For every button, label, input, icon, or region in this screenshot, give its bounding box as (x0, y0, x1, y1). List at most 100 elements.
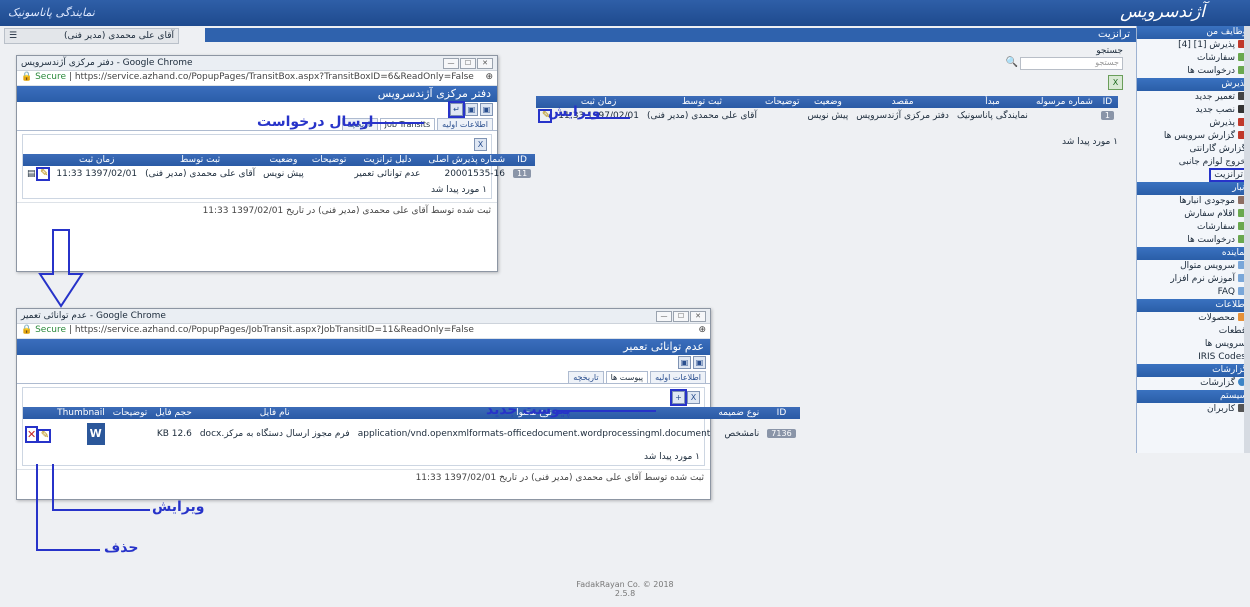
excel-export-icon[interactable]: X (687, 391, 700, 404)
sidebar-item-accessories-exit[interactable]: خروج لوازم جانبی (1137, 156, 1250, 169)
excel-export-icon[interactable]: X (474, 138, 487, 151)
result-count: ۱ مورد پیدا شد (644, 452, 700, 462)
sidebar-item-new-repair[interactable]: تعمیر جدید (1137, 91, 1250, 104)
address-bar[interactable]: 🔒 Secure | https://service.azhand.co/Pop… (17, 324, 710, 339)
cell-file: فرم مجوز ارسال دستگاه به مرکز.docx (199, 429, 350, 439)
col-time[interactable]: زمان ثبت (52, 154, 142, 166)
sidebar-item-faq[interactable]: FAQ (1137, 286, 1250, 299)
zoom-icon[interactable]: ⊕ (698, 325, 706, 337)
col-size[interactable]: حجم فایل (151, 407, 196, 419)
col-desc[interactable]: توضیحات (307, 154, 351, 166)
hamburger-icon[interactable]: ☰ (9, 29, 17, 43)
close-icon[interactable]: ✕ (690, 310, 706, 322)
sidebar-item-reception-tasks[interactable]: پذیرش [1] [4] (1137, 39, 1250, 52)
table-row[interactable]: 11 20001535-16 عدم توانائی تعمیر پیش نوی… (23, 166, 535, 182)
delete-icon[interactable]: ✕ (24, 425, 39, 443)
transit-box-popup: دفتر مرکزی آژندسرویس - Google Chrome — ☐… (16, 55, 536, 272)
sidebar-item-order-items[interactable]: اقلام سفارش (1137, 208, 1250, 221)
sidebar-item-reports[interactable]: گزارشات (1137, 377, 1250, 390)
send-request-icon[interactable]: ↵ (448, 101, 465, 118)
sidebar-item-service-report[interactable]: گزارش سرویس ها (1137, 130, 1250, 143)
save-close-icon[interactable]: ▣ (465, 103, 478, 116)
sidebar-section-warehouse: انبار (1137, 182, 1250, 195)
audit-footnote: ثبت شده توسط آقای علی محمدی (مدیر فنی) د… (17, 469, 710, 486)
col-status[interactable]: وضعیت (259, 154, 308, 166)
sidebar-item-training[interactable]: آموزش نرم افزار (1137, 273, 1250, 286)
col-desc[interactable]: توضیحات (108, 407, 152, 419)
sidebar-item-iris-codes[interactable]: IRIS Codes (1137, 351, 1250, 364)
window-title: عدم توانائی تعمیر - Google Chrome (21, 311, 166, 321)
maximize-icon[interactable]: ☐ (460, 57, 476, 69)
col-dest[interactable]: مقصد (852, 96, 953, 108)
table-row[interactable]: 7136 نامشخص application/vnd.openxmlforma… (23, 419, 800, 449)
edit-icon[interactable]: ✎ (37, 428, 52, 443)
sidebar: وظایف من پذیرش [1] [4] سفارشات درخواست ه… (1136, 26, 1250, 453)
col-main-job[interactable]: شماره پذیرش اصلی (424, 154, 509, 166)
col-by[interactable]: ثبت توسط (642, 96, 761, 108)
sidebar-item-warehouse-orders[interactable]: سفارشات (1137, 221, 1250, 234)
sidebar-item-stock[interactable]: موجودی انبارها (1137, 195, 1250, 208)
sidebar-item-reception[interactable]: پذیرش (1137, 117, 1250, 130)
minimize-icon[interactable]: — (443, 57, 459, 69)
sidebar-item-transit[interactable]: ترانزیت (1137, 168, 1250, 182)
result-count: ۱ مورد پیدا شد (1062, 137, 1118, 147)
job-transit-popup: عدم توانائی تعمیر - Google Chrome — ☐ ✕ … (16, 308, 800, 500)
version: 2.5.8 (614, 589, 636, 598)
tab-basic-info[interactable]: اطلاعات اولیه (437, 118, 493, 130)
url-text[interactable]: https://service.azhand.co/PopupPages/Tra… (75, 72, 474, 82)
sidebar-item-new-install[interactable]: نصب جدید (1137, 104, 1250, 117)
sidebar-item-parts[interactable]: قطعات (1137, 325, 1250, 338)
sidebar-item-warranty-report[interactable]: گزارش گارانتی (1137, 143, 1250, 156)
popup-toolbar: ▣ ▣ (17, 355, 710, 371)
scrollbar[interactable] (1244, 26, 1250, 453)
col-desc[interactable]: توضیحات (760, 96, 804, 108)
sidebar-section-system: سیستم (1137, 390, 1250, 403)
tab-attachments[interactable]: پیوست ها (605, 371, 649, 383)
col-id[interactable]: ID (1096, 96, 1118, 108)
search-input[interactable]: جستجو (1020, 57, 1123, 70)
save-close-icon[interactable]: ▣ (678, 356, 691, 369)
tab-job-transits[interactable]: Job Transits (379, 118, 436, 130)
save-icon[interactable]: ▣ (480, 103, 493, 116)
col-shipment[interactable]: شماره مرسوله (1031, 96, 1097, 108)
sidebar-item-requests[interactable]: درخواست ها (1137, 65, 1250, 78)
col-id[interactable]: ID (509, 154, 536, 166)
window-titlebar: دفتر مرکزی آژندسرویس - Google Chrome — ☐… (17, 56, 497, 71)
tab-history[interactable]: تاریخچه (568, 371, 604, 383)
sidebar-item-products[interactable]: محصولات (1137, 312, 1250, 325)
col-kind[interactable]: نوع ضمیمه (714, 407, 764, 419)
col-id[interactable]: ID (763, 407, 800, 419)
attachments-panel: X + ID نوع ضمیمه نوع محتوا نام فایل حجم … (22, 387, 800, 466)
zoom-icon[interactable]: ⊕ (485, 72, 493, 84)
sidebar-section-reception: پذیرش (1137, 78, 1250, 91)
grid-icon[interactable]: ▤ (27, 169, 36, 179)
excel-export-icon[interactable]: X (1108, 75, 1123, 90)
sidebar-item-services[interactable]: سرویس ها (1137, 338, 1250, 351)
search-icon[interactable]: 🔍 (1006, 57, 1018, 68)
table-row[interactable]: 1 نمایندگی پاناسونیک دفتر مرکزی آژندسروی… (536, 108, 1118, 124)
col-by[interactable]: ثبت توسط (141, 154, 260, 166)
address-bar[interactable]: 🔒 Secure | https://service.azhand.co/Pop… (17, 71, 497, 86)
col-status[interactable]: وضعیت (803, 96, 853, 108)
minimize-icon[interactable]: — (656, 310, 672, 322)
edit-icon[interactable]: ✎ (36, 167, 51, 181)
sidebar-item-warehouse-requests[interactable]: درخواست ها (1137, 234, 1250, 247)
word-document-icon[interactable]: W (86, 423, 105, 445)
col-origin[interactable]: مبدأ (952, 96, 1032, 108)
col-reason[interactable]: دلیل ترانزیت (350, 154, 425, 166)
popup-title: عدم توانائی تعمیر (17, 339, 710, 355)
maximize-icon[interactable]: ☐ (673, 310, 689, 322)
window-title: دفتر مرکزی آژندسرویس - Google Chrome (21, 58, 193, 68)
save-icon[interactable]: ▣ (693, 356, 706, 369)
sidebar-item-service-inquiry[interactable]: سرویس متوال (1137, 260, 1250, 273)
col-thumbnail[interactable]: Thumbnail (53, 407, 109, 419)
col-file[interactable]: نام فایل (195, 407, 354, 419)
new-attachment-icon[interactable]: + (670, 389, 687, 406)
user-bar[interactable]: ☰ آقای علی محمدی (مدیر فنی) (4, 28, 179, 44)
sidebar-item-users[interactable]: کاربران (1137, 403, 1250, 416)
tab-basic-info[interactable]: اطلاعات اولیه (650, 371, 706, 383)
cell-time: 1397/02/01 11:33 (56, 169, 138, 179)
close-icon[interactable]: ✕ (477, 57, 493, 69)
sidebar-item-orders[interactable]: سفارشات (1137, 52, 1250, 65)
url-text[interactable]: https://service.azhand.co/PopupPages/Job… (75, 325, 474, 335)
